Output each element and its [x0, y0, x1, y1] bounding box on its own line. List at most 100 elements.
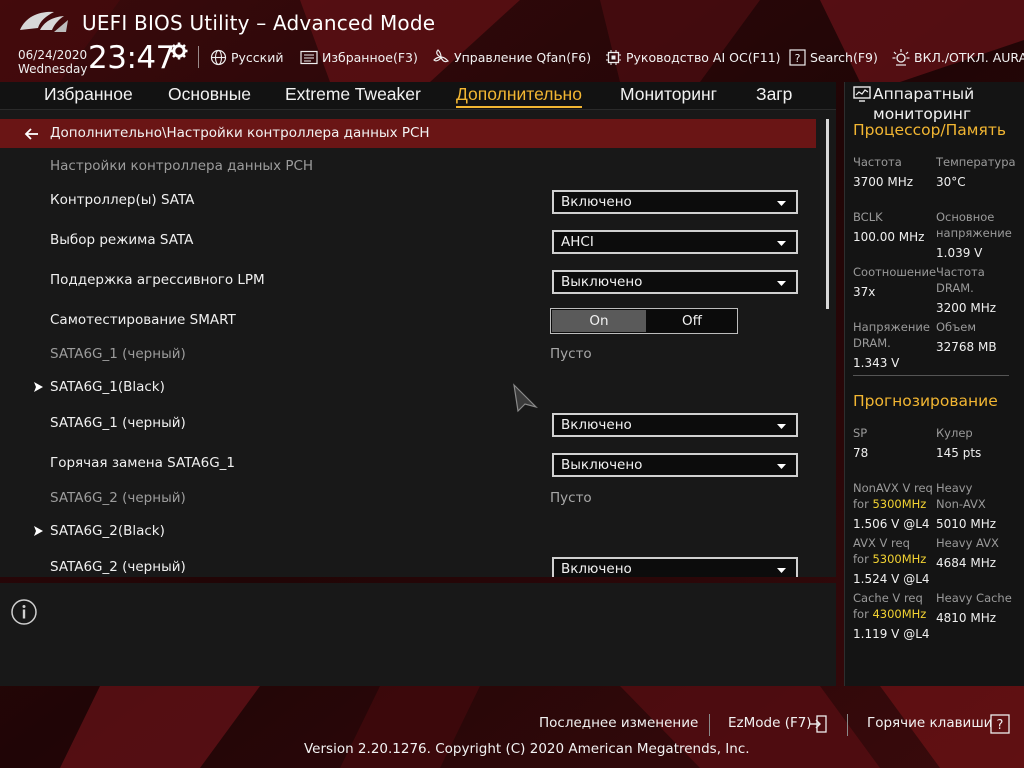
smart-label: Самотестирование SMART	[50, 312, 236, 328]
header-divider	[198, 46, 199, 68]
sata-mode-select[interactable]: AHCI	[552, 230, 798, 254]
cache-voltage: 1.119 V @L4	[853, 627, 930, 641]
nonavx-freq-line: for 5300MHz	[853, 497, 927, 511]
rog-logo	[20, 11, 68, 32]
sata1-hotplug-label: Горячая замена SATA6G_1	[50, 455, 236, 471]
aggressive-lpm-value: Выключено	[561, 274, 643, 290]
aggressive-lpm-select[interactable]: Выключено	[552, 270, 798, 294]
back-arrow-icon[interactable]	[24, 126, 40, 142]
exit-ezmode-icon[interactable]	[808, 715, 828, 733]
avx-freq-line: for 5300MHz	[853, 552, 927, 566]
cpu-memory-title: Процессор/Память	[853, 121, 1006, 139]
hardware-monitor-panel: Аппаратный мониторинг Процессор/Память Ч…	[844, 82, 1024, 686]
sata-controller-value: Включено	[561, 194, 632, 210]
favorites-label: Избранное(F3)	[322, 49, 418, 65]
aura-button[interactable]: ВКЛ./ОТКЛ. AURA(F4)	[892, 48, 1024, 66]
ratio-label: Соотношение	[853, 265, 937, 279]
scrollbar[interactable]	[826, 119, 829, 309]
ezmode-button[interactable]: EzMode (F7)	[728, 715, 812, 731]
aggressive-lpm-label: Поддержка агрессивного LPM	[50, 272, 265, 288]
sp-value: 78	[853, 446, 869, 460]
tab-monitor[interactable]: Мониторинг	[620, 84, 717, 105]
chevron-down-icon	[777, 464, 786, 469]
language-label: Русский	[231, 49, 284, 65]
aura-light-icon	[892, 49, 910, 66]
clock: 23:47	[88, 40, 175, 76]
smart-toggle[interactable]: On Off	[550, 308, 738, 334]
chevron-down-icon	[777, 568, 786, 573]
tab-extreme-tweaker[interactable]: Extreme Tweaker	[285, 84, 421, 105]
header: UEFI BIOS Utility – Advanced Mode 06/24/…	[0, 0, 1024, 82]
nonavx-req-label: NonAVX V req	[853, 481, 933, 495]
info-icon	[11, 599, 37, 625]
sata2-submenu[interactable]: SATA6G_2(Black)	[50, 523, 165, 539]
cpu-frequency-value: 3700 MHz	[853, 175, 914, 189]
smart-on-option[interactable]: On	[552, 310, 646, 332]
sata2-info-value: Пусто	[550, 490, 592, 506]
favorites-icon	[300, 50, 318, 64]
heavy-avx-value: 4684 MHz	[936, 556, 997, 570]
sata-controller-label: Контроллер(ы) SATA	[50, 192, 195, 208]
dram-voltage-label: Напряжение DRAM.	[853, 320, 930, 350]
chevron-down-icon	[777, 201, 786, 206]
dram-frequency-label: Частота DRAM.	[936, 265, 985, 295]
expand-arrow-icon	[34, 382, 43, 392]
bclk-label: BCLK	[853, 210, 883, 224]
gear-icon[interactable]	[170, 42, 188, 60]
sata1-hotplug-select[interactable]: Выключено	[552, 453, 798, 477]
sata1-info-label: SATA6G_1 (черный)	[50, 346, 186, 362]
section-title: Настройки контроллера данных PCH	[50, 158, 314, 174]
chevron-down-icon	[777, 281, 786, 286]
ratio-value: 37x	[853, 285, 876, 299]
aura-label: ВКЛ./ОТКЛ. AURA(F4)	[914, 49, 1024, 65]
tab-main[interactable]: Основные	[168, 84, 251, 105]
heavy-nonavx-value: 5010 MHz	[936, 517, 997, 531]
sata-mode-value: AHCI	[561, 234, 594, 250]
svg-text:?: ?	[795, 52, 801, 65]
mouse-cursor-icon	[513, 383, 538, 413]
sata2-info-label: SATA6G_2 (черный)	[50, 490, 186, 506]
qfan-label: Управление Qfan(F6)	[454, 49, 592, 65]
last-change-button[interactable]: Последнее изменение	[539, 715, 698, 731]
capacity-label: Объем	[936, 320, 977, 334]
app-title: UEFI BIOS Utility – Advanced Mode	[82, 11, 436, 35]
dram-voltage-value: 1.343 V	[853, 356, 900, 370]
search-button[interactable]: ? Search(F9)	[789, 48, 878, 66]
tab-advanced[interactable]: Дополнительно	[456, 84, 582, 108]
cpu-temp-label: Температура	[936, 155, 1016, 169]
cooler-value: 145 pts	[936, 446, 982, 460]
hotkeys-button[interactable]: Горячие клавиши	[867, 715, 992, 731]
sata1-port-value: Включено	[561, 417, 632, 433]
monitor-title: Аппаратный мониторинг	[873, 85, 975, 123]
sata1-submenu[interactable]: SATA6G_1(Black)	[50, 379, 165, 395]
fan-icon	[433, 49, 450, 63]
sata-mode-label: Выбор режима SATA	[50, 232, 194, 248]
version-text: Version 2.20.1276. Copyright (C) 2020 Am…	[304, 741, 750, 757]
language-button[interactable]: Русский	[210, 48, 283, 66]
sp-label: SP	[853, 426, 868, 440]
smart-off-option[interactable]: Off	[647, 310, 737, 332]
section-divider	[853, 375, 1009, 376]
avx-voltage: 1.524 V @L4	[853, 572, 930, 586]
footer-divider	[847, 714, 848, 736]
help-icon[interactable]: ?	[990, 714, 1010, 734]
sata-controller-select[interactable]: Включено	[552, 190, 798, 214]
ai-oc-label: Руководство AI OC(F11)	[626, 49, 781, 65]
main-nav: Избранное Основные Extreme Tweaker Допол…	[0, 82, 836, 110]
footer-divider	[709, 714, 710, 736]
qfan-button[interactable]: Управление Qfan(F6)	[432, 48, 591, 66]
globe-icon	[210, 49, 227, 65]
breadcrumb-path: Дополнительно\Настройки контроллера данн…	[50, 125, 430, 141]
cache-req-label: Cache V req	[853, 591, 923, 605]
tab-boot[interactable]: Загр	[756, 84, 792, 105]
heavy-cache-value: 4810 MHz	[936, 611, 997, 625]
search-label: Search(F9)	[810, 49, 878, 65]
sata2-port-select[interactable]: Включено	[552, 557, 798, 577]
cache-freq: 4300MHz	[872, 607, 927, 621]
prediction-title: Прогнозирование	[853, 392, 998, 410]
sata1-port-select[interactable]: Включено	[552, 413, 798, 437]
favorites-button[interactable]: Избранное(F3)	[300, 48, 418, 66]
tab-favorites[interactable]: Избранное	[44, 84, 133, 105]
expand-arrow-icon	[34, 526, 43, 536]
ai-oc-button[interactable]: Руководство AI OC(F11)	[605, 48, 781, 66]
